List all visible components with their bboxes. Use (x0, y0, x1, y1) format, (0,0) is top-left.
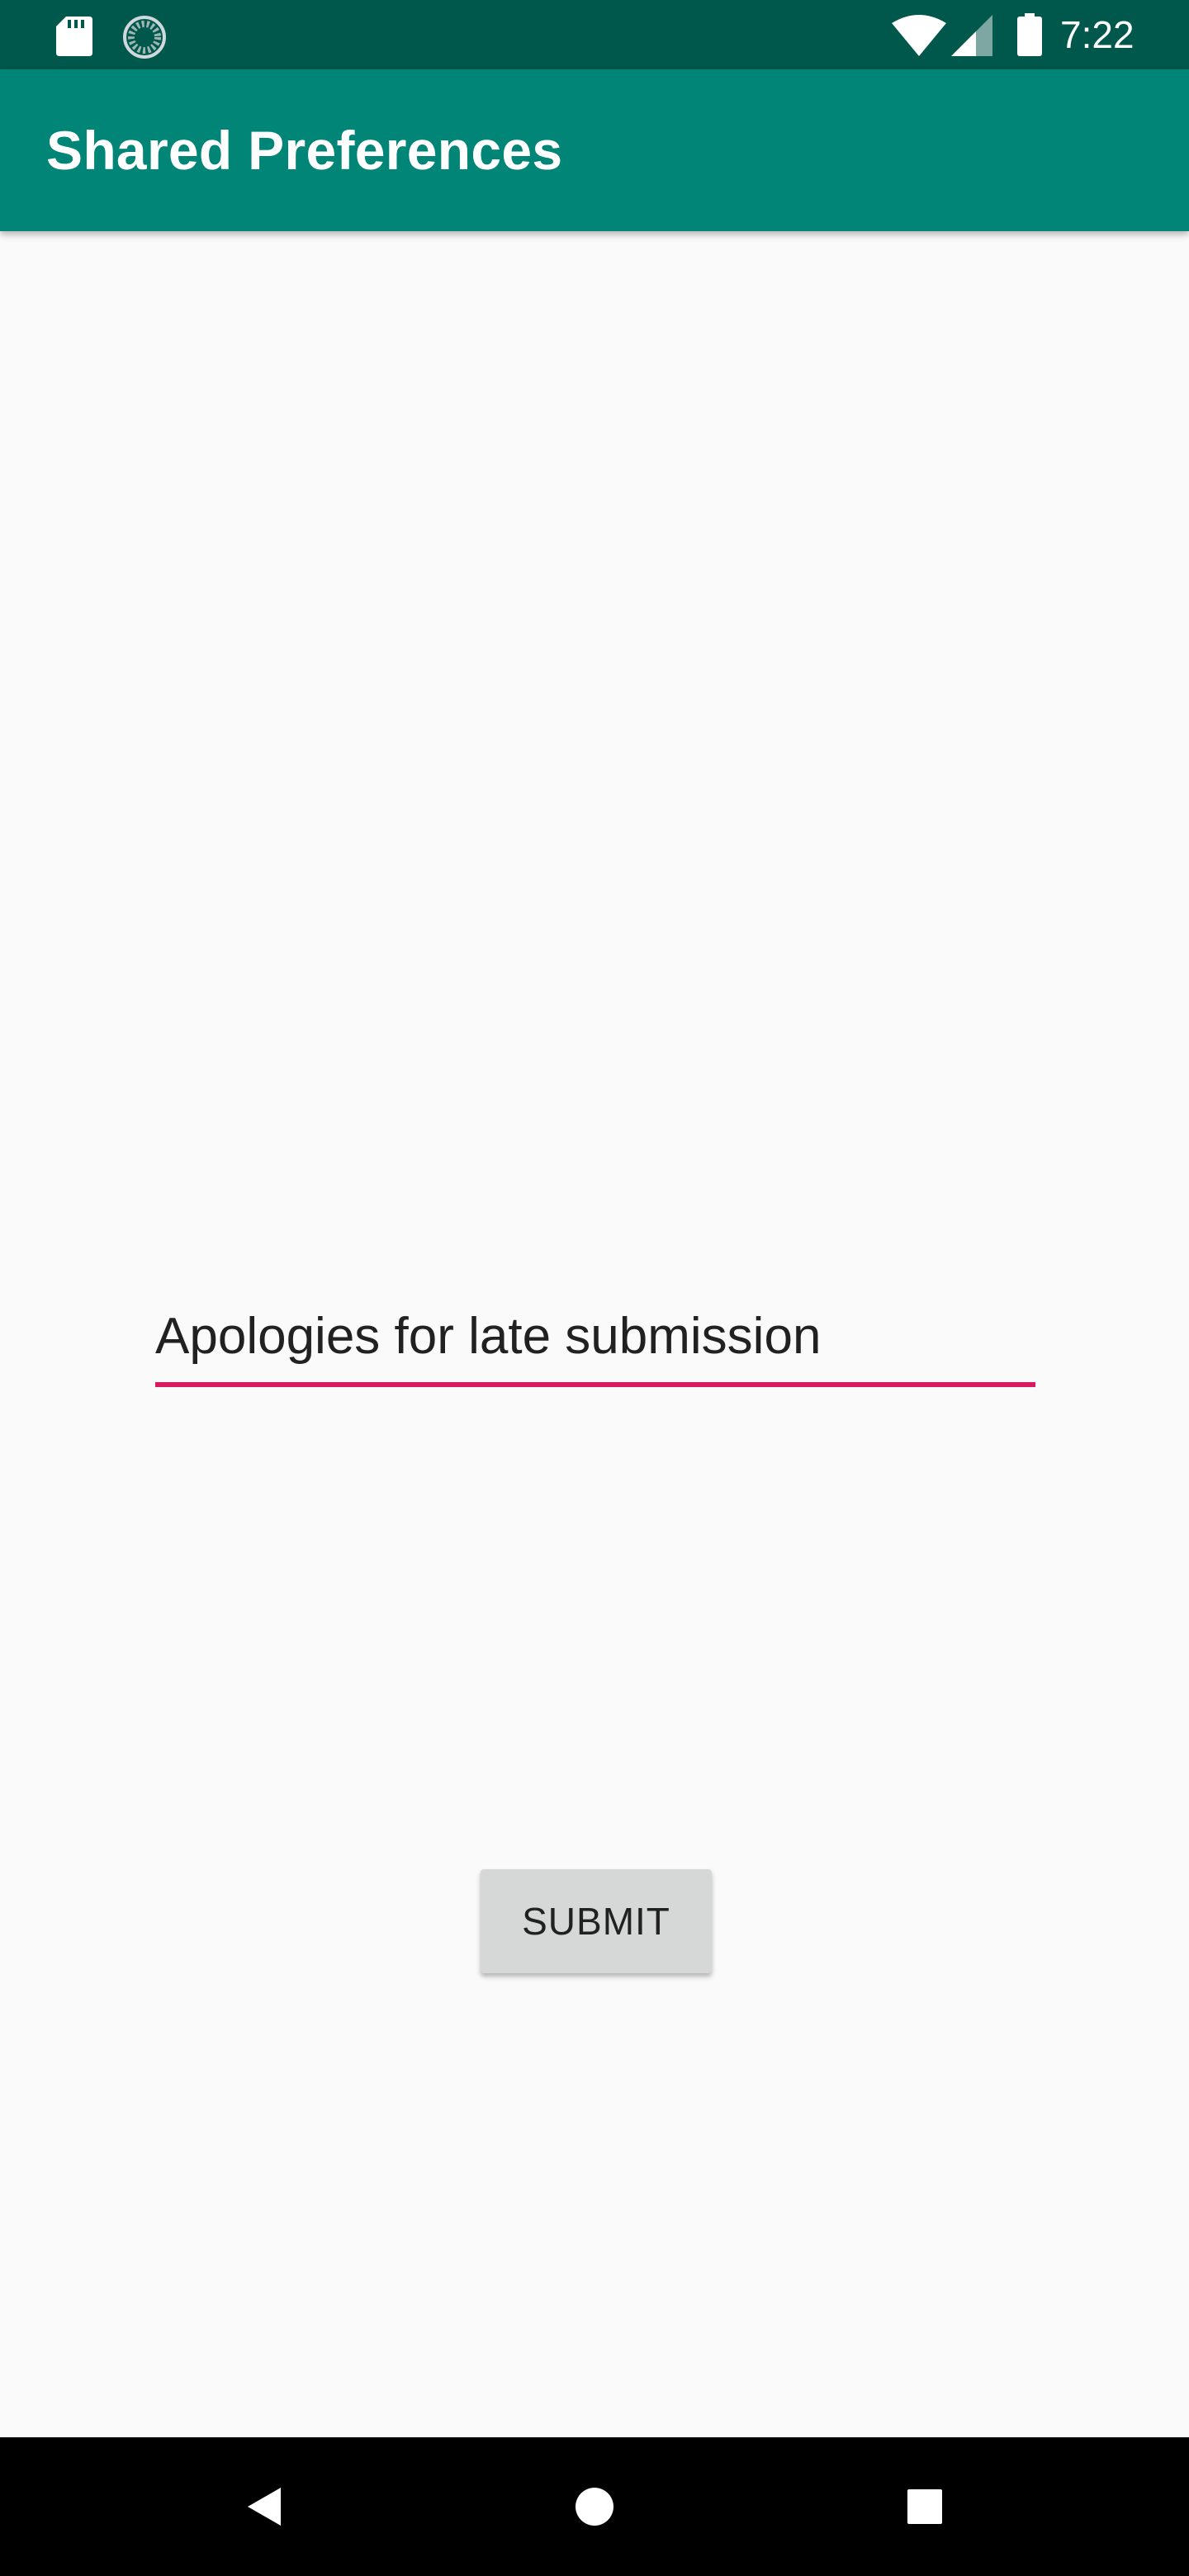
sd-card-icon (56, 17, 92, 56)
message-input[interactable]: Apologies for late submission (155, 1295, 1035, 1387)
input-underline (155, 1382, 1035, 1387)
sync-icon (123, 16, 166, 59)
battery-icon (1017, 13, 1042, 56)
app-title: Shared Preferences (46, 120, 563, 181)
signal-icon (951, 15, 992, 56)
status-time: 7:22 (1060, 13, 1135, 56)
submit-button-label: SUBMIT (522, 1900, 670, 1943)
back-icon[interactable] (223, 2465, 306, 2548)
wifi-icon (892, 15, 946, 56)
app-bar: Shared Preferences (0, 69, 1189, 231)
home-icon[interactable] (553, 2465, 636, 2548)
navigation-bar (0, 2437, 1189, 2576)
message-input-value[interactable]: Apologies for late submission (155, 1300, 821, 1374)
submit-button[interactable]: SUBMIT (481, 1869, 712, 1973)
status-bar: 7:22 (0, 0, 1189, 69)
recents-icon[interactable] (883, 2465, 966, 2548)
